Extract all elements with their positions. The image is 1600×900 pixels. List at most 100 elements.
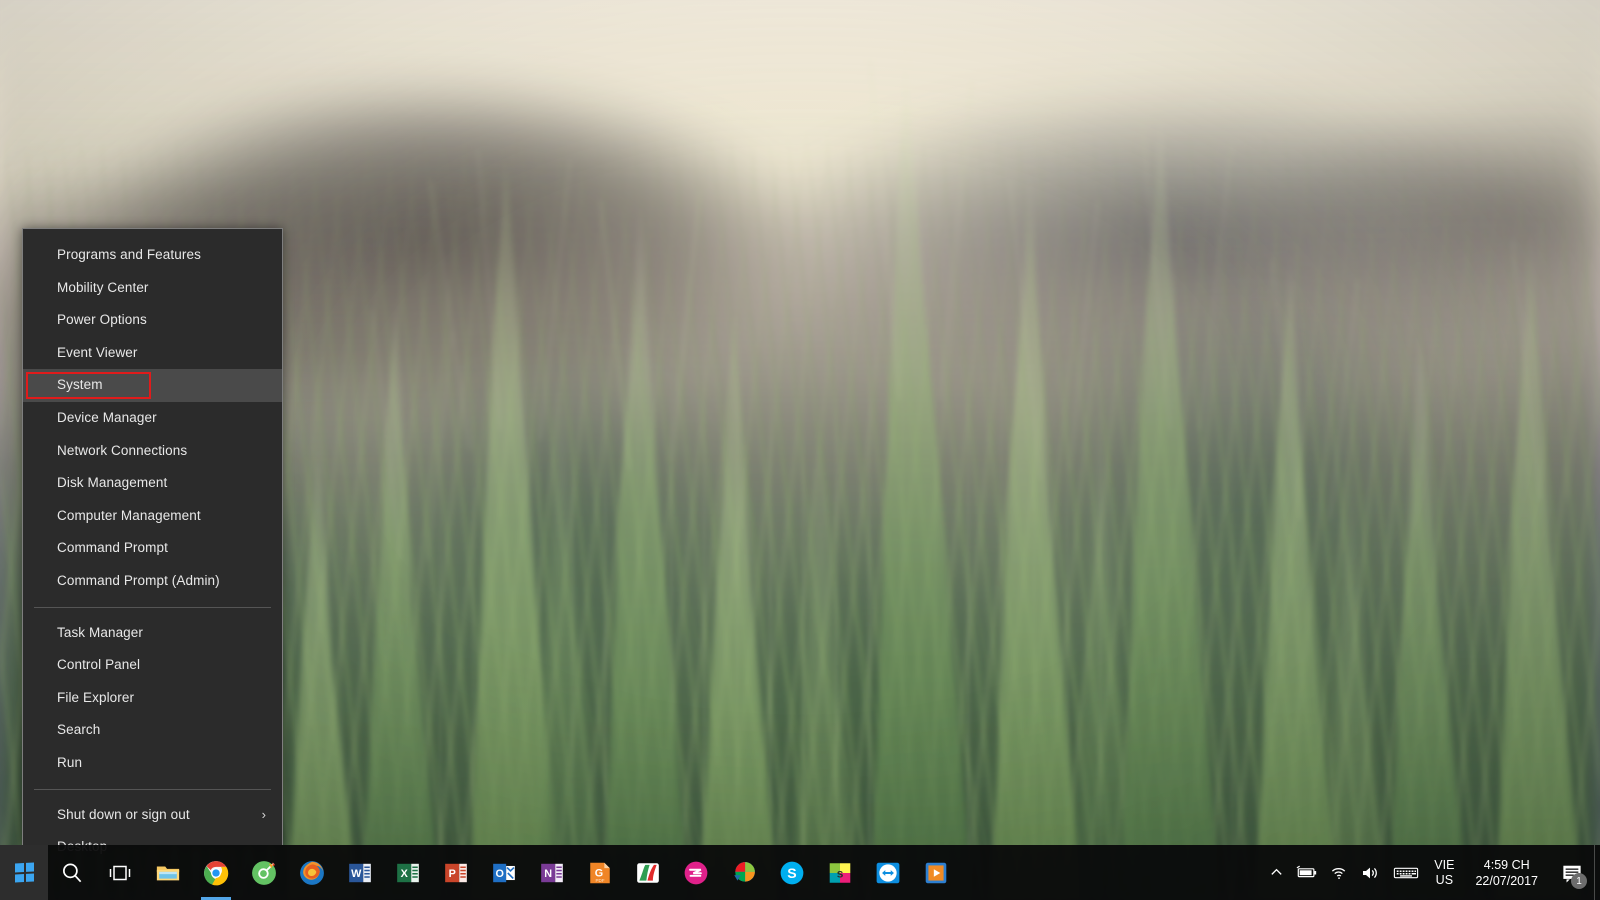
taskbar-item-microsoft-excel[interactable]: X [384, 845, 432, 900]
show-desktop-button[interactable] [1594, 845, 1600, 900]
task-view-icon [107, 860, 133, 886]
menu-separator-1 [34, 607, 271, 608]
taskbar-empty-area[interactable] [960, 845, 1263, 900]
battery-icon [1296, 865, 1318, 880]
menu-item-label: Shut down or sign out [57, 807, 190, 822]
network-button[interactable] [1324, 845, 1355, 900]
taskbar[interactable]: W X P [0, 845, 1600, 900]
menu-group-tools: Task Manager Control Panel File Explorer… [23, 617, 282, 780]
taskbar-item-skype[interactable]: S [768, 845, 816, 900]
menu-separator-2 [34, 789, 271, 790]
menu-item-search[interactable]: Search [23, 714, 282, 747]
search-button[interactable] [48, 845, 96, 900]
menu-item-computer-management[interactable]: Computer Management [23, 500, 282, 533]
svg-text:PDF: PDF [595, 878, 604, 883]
taskbar-item-microsoft-onenote[interactable]: N [528, 845, 576, 900]
wifi-icon [1330, 865, 1349, 881]
menu-item-label: Task Manager [57, 625, 143, 640]
menu-item-file-explorer[interactable]: File Explorer [23, 682, 282, 715]
skype-icon: S [779, 860, 805, 886]
taskbar-item-internet-download-manager[interactable] [720, 845, 768, 900]
chevron-right-icon: › [262, 799, 266, 832]
taskbar-item-microsoft-outlook[interactable]: O [480, 845, 528, 900]
menu-item-task-manager[interactable]: Task Manager [23, 617, 282, 650]
taskbar-item-mozilla-firefox[interactable] [288, 845, 336, 900]
taskbar-item-microsoft-powerpoint[interactable]: P [432, 845, 480, 900]
taskbar-item-microsoft-word[interactable]: W [336, 845, 384, 900]
keyboard-button[interactable] [1387, 845, 1425, 900]
start-button[interactable] [0, 845, 48, 900]
coccoc-browser-icon [251, 860, 277, 886]
taskbar-item-google-chrome[interactable] [192, 845, 240, 900]
teamviewer-icon [875, 860, 901, 886]
menu-item-label: Programs and Features [57, 247, 201, 262]
unikey-icon [635, 860, 661, 886]
menu-item-label: Search [57, 722, 100, 737]
menu-item-command-prompt[interactable]: Command Prompt [23, 532, 282, 565]
desktop[interactable]: Programs and Features Mobility Center Po… [0, 0, 1600, 900]
google-chrome-icon [203, 860, 229, 886]
winx-quick-link-menu[interactable]: Programs and Features Mobility Center Po… [22, 228, 283, 845]
menu-item-label: Command Prompt [57, 540, 168, 555]
microsoft-word-icon: W [347, 860, 373, 886]
menu-item-label: Mobility Center [57, 280, 149, 295]
menu-item-mobility-center[interactable]: Mobility Center [23, 272, 282, 305]
speaker-icon [1361, 865, 1381, 881]
menu-item-label: File Explorer [57, 690, 134, 705]
menu-item-system[interactable]: System [23, 369, 282, 402]
menu-item-label: Command Prompt (Admin) [57, 573, 220, 588]
task-view-button[interactable] [96, 845, 144, 900]
svg-text:N: N [544, 868, 552, 880]
menu-item-device-manager[interactable]: Device Manager [23, 402, 282, 435]
battery-button[interactable] [1290, 845, 1324, 900]
language-line-1: VIE [1434, 858, 1454, 873]
action-center-button[interactable]: 1 [1550, 845, 1594, 900]
keyboard-icon [1393, 865, 1419, 881]
file-explorer-icon [155, 860, 181, 886]
language-line-2: US [1436, 873, 1453, 888]
taskbar-item-sublime-text[interactable]: s [816, 845, 864, 900]
show-hidden-icons-button[interactable] [1263, 845, 1290, 900]
taskbar-item-teamviewer[interactable] [864, 845, 912, 900]
menu-item-label: Computer Management [57, 508, 201, 523]
internet-download-manager-icon [731, 860, 757, 886]
zalo-icon [683, 860, 709, 886]
menu-item-label: Run [57, 755, 82, 770]
menu-item-label: Control Panel [57, 657, 140, 672]
menu-item-label: Disk Management [57, 475, 167, 490]
taskbar-item-unikey[interactable] [624, 845, 672, 900]
menu-group-system: Programs and Features Mobility Center Po… [23, 239, 282, 598]
svg-text:P: P [449, 868, 456, 880]
language-indicator[interactable]: VIE US [1425, 845, 1463, 900]
menu-item-network-connections[interactable]: Network Connections [23, 435, 282, 468]
sublime-text-icon: s [827, 860, 853, 886]
menu-item-run[interactable]: Run [23, 747, 282, 780]
menu-item-power-options[interactable]: Power Options [23, 304, 282, 337]
menu-item-event-viewer[interactable]: Event Viewer [23, 337, 282, 370]
taskbar-item-coccoc-browser[interactable] [240, 845, 288, 900]
clock-time: 4:59 CH [1484, 857, 1530, 873]
system-tray[interactable]: VIE US 4:59 CH 22/07/2017 1 [1263, 845, 1600, 900]
taskbar-item-media-player[interactable] [912, 845, 960, 900]
chevron-up-icon [1269, 865, 1284, 880]
clock-date: 22/07/2017 [1475, 873, 1538, 889]
menu-item-shut-down-or-sign-out[interactable]: Shut down or sign out › [23, 799, 282, 832]
microsoft-powerpoint-icon: P [443, 860, 469, 886]
menu-item-control-panel[interactable]: Control Panel [23, 649, 282, 682]
windows-logo-icon [15, 863, 34, 883]
taskbar-item-file-explorer[interactable] [144, 845, 192, 900]
notification-badge: 1 [1571, 873, 1587, 889]
taskbar-item-zalo[interactable] [672, 845, 720, 900]
search-icon [59, 860, 85, 886]
menu-item-command-prompt-admin[interactable]: Command Prompt (Admin) [23, 565, 282, 598]
menu-item-label: System [57, 377, 103, 392]
menu-item-programs-and-features[interactable]: Programs and Features [23, 239, 282, 272]
menu-item-label: Device Manager [57, 410, 157, 425]
clock[interactable]: 4:59 CH 22/07/2017 [1463, 845, 1550, 900]
svg-text:s: s [837, 866, 844, 880]
microsoft-onenote-icon: N [539, 860, 565, 886]
taskbar-item-foxit-reader[interactable]: G PDF [576, 845, 624, 900]
menu-item-disk-management[interactable]: Disk Management [23, 467, 282, 500]
foxit-reader-icon: G PDF [587, 860, 613, 886]
volume-button[interactable] [1355, 845, 1387, 900]
